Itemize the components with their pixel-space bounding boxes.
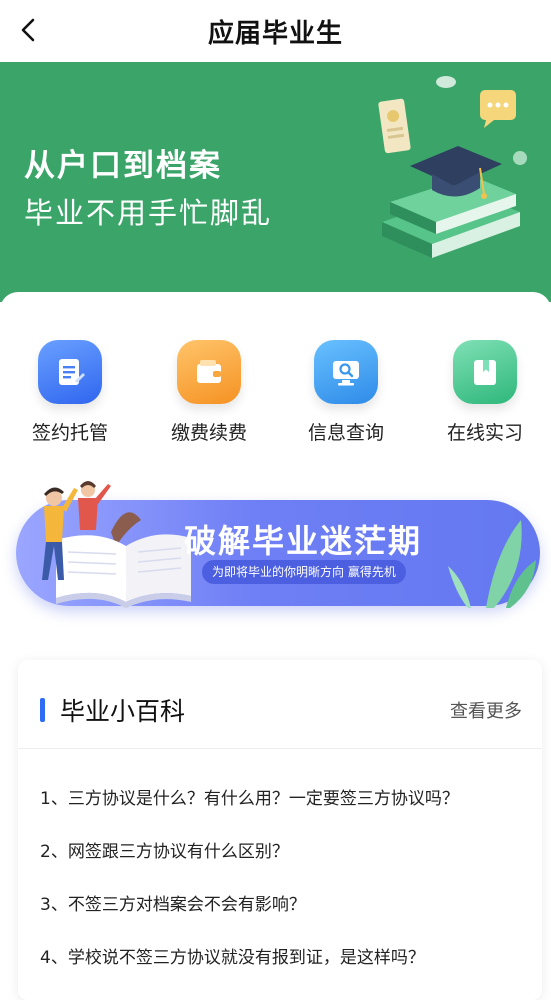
wiki-question-item[interactable]: 2、网签跟三方协议有什么区别？	[40, 837, 289, 862]
banner-subtitle: 为即将毕业的你明晰方向 赢得先机	[202, 560, 406, 584]
action-label: 缴费续费	[170, 422, 247, 444]
graduation-cap-books-illustration	[378, 76, 527, 258]
divider	[18, 748, 542, 749]
monitor-search-icon	[314, 340, 378, 404]
graduate-wiki-card: 毕业小百科 查看更多 1、三方协议是什么？有什么用？一定要签三方协议吗？ 2、网…	[18, 660, 542, 1000]
hero-banner: 从户口到档案 毕业不用手忙脚乱	[0, 62, 551, 302]
action-label: 在线实习	[446, 422, 523, 444]
back-button[interactable]	[14, 14, 46, 46]
wiki-question-item[interactable]: 3、不签三方对档案会不会有影响？	[40, 890, 306, 915]
banner-title: 破解毕业迷茫期	[184, 522, 423, 560]
top-bar: 应届毕业生	[0, 0, 551, 62]
hero-headline: 从户口到档案	[24, 148, 222, 184]
wiki-question-item[interactable]: 1、三方协议是什么？有什么用？一定要签三方协议吗？	[40, 784, 459, 809]
wallet-icon	[177, 340, 241, 404]
action-sign-custody[interactable]: 签约托管	[10, 340, 130, 445]
action-info-query[interactable]: 信息查询	[286, 340, 406, 445]
page-title: 应届毕业生	[207, 18, 343, 49]
view-more-link[interactable]: 查看更多	[450, 697, 522, 723]
section-title: 毕业小百科	[60, 697, 186, 726]
wiki-question-item[interactable]: 4、学校说不签三方协议就没有报到证，是这样吗？	[40, 943, 425, 968]
book-icon	[453, 340, 517, 404]
quick-actions: 签约托管 缴费续费 信息查询 在线实习	[0, 340, 551, 450]
document-icon	[38, 340, 102, 404]
promo-banner[interactable]: 破解毕业迷茫期 为即将毕业的你明晰方向 赢得先机	[16, 481, 540, 608]
action-label: 签约托管	[31, 422, 108, 444]
chevron-left-icon	[21, 18, 35, 42]
action-label: 信息查询	[307, 422, 384, 444]
section-accent-bar	[40, 698, 45, 722]
action-online-internship[interactable]: 在线实习	[425, 340, 545, 445]
hero-subheadline: 毕业不用手忙脚乱	[24, 196, 273, 230]
action-payment[interactable]: 缴费续费	[149, 340, 269, 445]
